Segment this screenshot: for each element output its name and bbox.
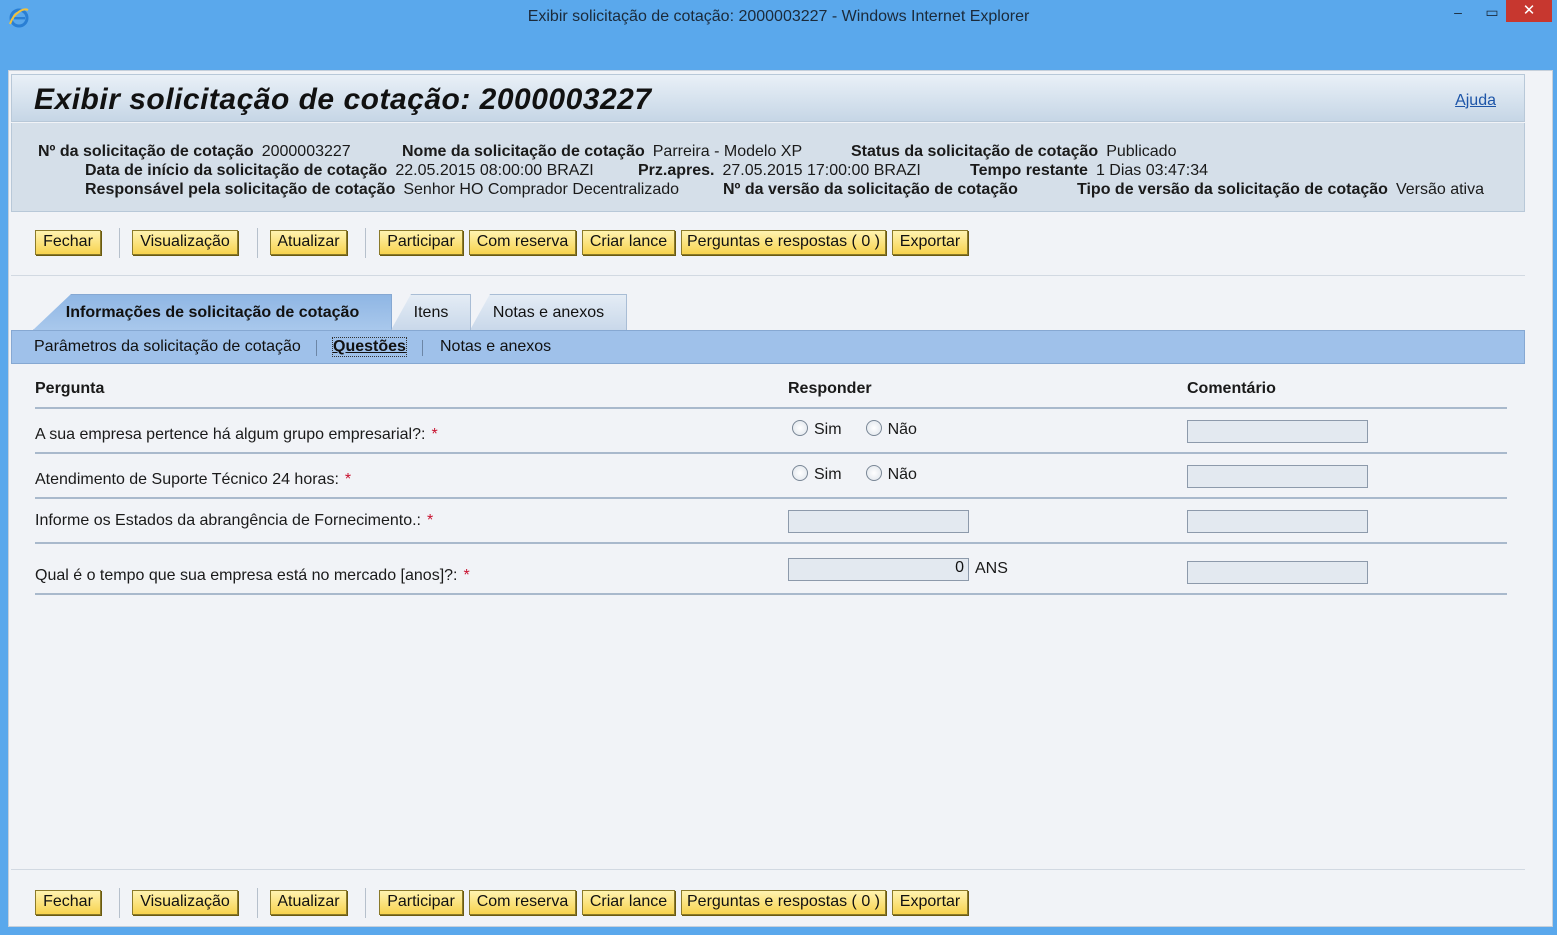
years-number-field[interactable]: 0 [788,558,969,581]
close-button[interactable]: Fechar [35,890,101,915]
participate-button[interactable]: Participar [379,890,463,915]
rfq-owner: Responsável pela solicitação de cotação S… [85,181,680,198]
export-button[interactable]: Exportar [892,230,968,255]
years-unit-label: ANS [975,560,1008,577]
required-marker: * [344,471,352,488]
create-bid-button[interactable]: Criar lance [582,230,675,255]
toolbar-separator [257,228,258,258]
question-text: Informe os Estados da abrangência de For… [35,512,434,529]
comment-field[interactable] [1187,561,1368,584]
page-title: Exibir solicitação de cotação: 200000322… [34,83,652,116]
row-divider [35,407,1507,409]
row-divider [35,593,1507,595]
close-button[interactable]: Fechar [35,230,101,255]
question-text: Qual é o tempo que sua empresa está no m… [35,567,470,584]
rfq-info-panel: Nº da solicitação de cotação 2000003227 N… [11,123,1525,212]
column-header-answer: Responder [788,380,872,397]
question-text: Atendimento de Suporte Técnico 24 horas:… [35,471,352,488]
help-link[interactable]: Ajuda [1455,92,1496,110]
question-text: A sua empresa pertence há algum grupo em… [35,426,438,443]
rfq-deadline: Prz.apres. 27.05.2015 17:00:00 BRAZI [638,162,921,179]
tab-items[interactable]: Itens [391,294,471,330]
questions-answers-button[interactable]: Perguntas e respostas ( 0 ) [681,890,886,915]
reserve-button[interactable]: Com reserva [469,890,576,915]
toolbar-separator [119,228,120,258]
create-bid-button[interactable]: Criar lance [582,890,675,915]
row-divider [35,452,1507,454]
comment-field[interactable] [1187,510,1368,533]
reserve-button[interactable]: Com reserva [469,230,576,255]
participate-button[interactable]: Participar [379,230,463,255]
radio-yes[interactable] [792,420,808,436]
answer-radio-group: Sim Não [792,465,917,484]
subtab-notes-attachments[interactable]: Notas e anexos [440,338,551,356]
column-header-question: Pergunta [35,380,105,397]
toolbar-separator [365,888,366,918]
comment-field[interactable] [1187,465,1368,488]
subtab-rfq-parameters[interactable]: Parâmetros da solicitação de cotação [34,338,301,356]
radio-no[interactable] [865,420,882,436]
row-divider [35,542,1507,544]
rfq-start-date: Data de início da solicitação de cotação… [85,162,594,179]
column-header-comment: Comentário [1187,380,1276,397]
divider [11,275,1525,276]
export-button[interactable]: Exportar [892,890,968,915]
answer-radio-group: Sim Não [792,420,917,439]
window-titlebar: Exibir solicitação de cotação: 200000322… [0,0,1557,68]
subtab-separator [422,340,423,356]
radio-yes[interactable] [792,465,808,481]
rfq-status: Status da solicitação de cotação Publicad… [851,143,1177,160]
rfq-remaining-time: Tempo restante 1 Dias 03:47:34 [970,162,1209,179]
subtab-separator [316,340,317,356]
subtab-bar: Parâmetros da solicitação de cotação Que… [11,330,1525,364]
comment-field[interactable] [1187,420,1368,443]
row-divider [35,497,1507,499]
maximize-button[interactable]: ▭ [1477,2,1507,22]
tab-rfq-information[interactable]: Informações de solicitação de cotação [33,294,392,330]
required-marker: * [431,426,438,443]
answer-text-field[interactable] [788,510,969,533]
rfq-version-number: Nº da versão da solicitação de cotação [723,181,1018,198]
divider [11,869,1525,870]
window-title: Exibir solicitação de cotação: 200000322… [527,8,1030,25]
required-marker: * [427,512,434,529]
subtab-questions[interactable]: Questões [332,337,407,357]
page-header: Exibir solicitação de cotação: 200000322… [11,74,1525,122]
refresh-button[interactable]: Atualizar [270,890,347,915]
rfq-name: Nome da solicitação de cotação Parreira -… [402,143,803,160]
rfq-version-type: Tipo de versão da solicitação de cotação… [1077,181,1484,198]
required-marker: * [463,567,470,584]
toolbar-separator [257,888,258,918]
questions-answers-button[interactable]: Perguntas e respostas ( 0 ) [681,230,886,255]
refresh-button[interactable]: Atualizar [270,230,347,255]
minimize-button[interactable]: ‒ [1443,2,1473,22]
radio-no[interactable] [865,465,882,481]
toolbar-separator [365,228,366,258]
page-content: Exibir solicitação de cotação: 200000322… [8,70,1553,927]
preview-button[interactable]: Visualização [132,890,238,915]
toolbar-separator [119,888,120,918]
close-window-button[interactable]: ✕ [1506,0,1552,22]
tab-notes-attachments[interactable]: Notas e anexos [470,294,627,330]
preview-button[interactable]: Visualização [132,230,238,255]
rfq-number: Nº da solicitação de cotação 2000003227 [38,143,351,160]
